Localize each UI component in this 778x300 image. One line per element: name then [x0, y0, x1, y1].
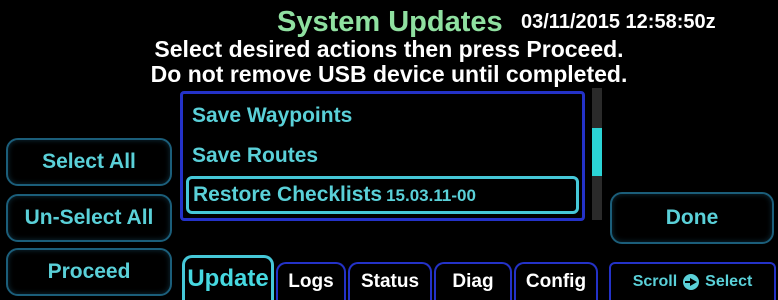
hint-select-label: Select	[705, 273, 753, 290]
tab-diag[interactable]: Diag	[434, 262, 512, 300]
done-button[interactable]: Done	[610, 192, 774, 244]
knob-icon	[683, 274, 700, 290]
unselect-all-button[interactable]: Un-Select All	[6, 194, 172, 242]
page-title: System Updates	[277, 6, 503, 38]
instruction-line-1: Select desired actions then press Procee…	[154, 36, 624, 62]
list-item-save-routes[interactable]: Save Routes	[192, 143, 318, 169]
list-item-label: Restore Checklists	[193, 183, 383, 206]
clock: 03/11/2015 12:58:50z	[521, 11, 716, 33]
list-item-save-waypoints[interactable]: Save Waypoints	[192, 103, 352, 129]
proceed-button[interactable]: Proceed	[6, 248, 172, 296]
instruction-line-2: Do not remove USB device until completed…	[150, 61, 628, 87]
select-all-button[interactable]: Select All	[6, 138, 172, 186]
hint-scroll-label: Scroll	[632, 273, 678, 290]
list-item-restore-checklists[interactable]: Restore Checklists 15.03.11-00	[193, 182, 476, 209]
list-item-version: 15.03.11-00	[386, 186, 476, 205]
tab-status[interactable]: Status	[348, 262, 432, 300]
scroll-select-hint: Scroll Select	[609, 262, 776, 300]
tab-logs[interactable]: Logs	[276, 262, 346, 300]
tab-update[interactable]: Update	[182, 255, 274, 300]
tab-config[interactable]: Config	[514, 262, 598, 300]
scrollbar-thumb[interactable]	[592, 128, 602, 176]
